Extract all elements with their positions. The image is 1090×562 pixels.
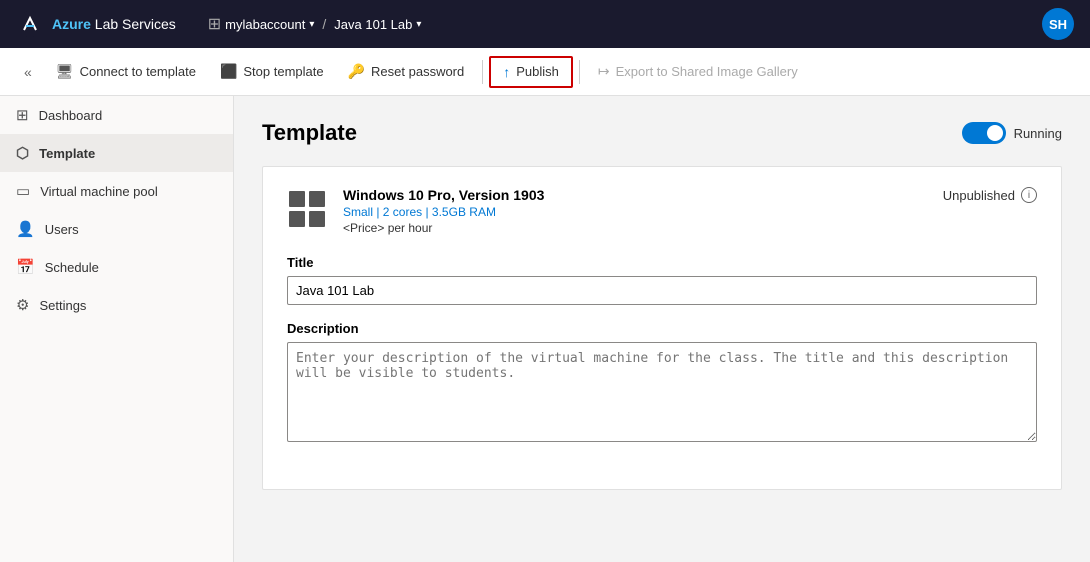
azure-logo-icon — [16, 10, 44, 38]
topbar-account-section: ⊞ mylabaccount ▾ / Java 101 Lab ▾ — [208, 14, 422, 34]
sidebar-item-label: Settings — [39, 298, 86, 313]
content-area: Template Running Windows 10 Pro, Version… — [234, 96, 1090, 562]
publish-button[interactable]: ↑ Publish — [489, 56, 573, 88]
toolbar-divider-2 — [579, 60, 580, 84]
stop-icon: ⬛ — [220, 63, 237, 80]
description-textarea[interactable] — [287, 342, 1037, 442]
windows-logo-icon — [287, 189, 327, 229]
connect-to-template-button[interactable]: 🖥 Connect to template — [44, 57, 208, 86]
export-icon: ↦ — [598, 63, 610, 80]
vm-details: Windows 10 Pro, Version 1903 Small | 2 c… — [343, 187, 927, 235]
export-to-sig-button[interactable]: ↦ Export to Shared Image Gallery — [586, 57, 810, 86]
topbar-logo-text: Azure Lab Services — [52, 16, 176, 32]
title-field-group: Title — [287, 255, 1037, 305]
sidebar-item-label: Schedule — [45, 260, 99, 275]
connect-icon: 🖥 — [56, 63, 74, 80]
sidebar-item-vm-pool[interactable]: ▭ Virtual machine pool — [0, 172, 233, 210]
sidebar-item-label: Virtual machine pool — [40, 184, 158, 199]
toggle-label: Running — [1014, 126, 1062, 141]
dashboard-icon: ⊞ — [16, 106, 29, 124]
sidebar-item-label: Users — [45, 222, 79, 237]
toolbar: « 🖥 Connect to template ⬛ Stop template … — [0, 48, 1090, 96]
topbar-path-separator: / — [322, 16, 326, 32]
description-field-group: Description — [287, 321, 1037, 445]
title-label: Title — [287, 255, 1037, 270]
avatar[interactable]: SH — [1042, 8, 1074, 40]
main-layout: ⊞ Dashboard ⬡ Template ▭ Virtual machine… — [0, 96, 1090, 562]
sidebar-item-schedule[interactable]: 📅 Schedule — [0, 248, 233, 286]
status-info-icon[interactable]: i — [1021, 187, 1037, 203]
sidebar: ⊞ Dashboard ⬡ Template ▭ Virtual machine… — [0, 96, 234, 562]
settings-icon: ⚙ — [16, 296, 29, 314]
topbar-logo: Azure Lab Services — [16, 10, 176, 38]
lab-chevron-icon: ▾ — [416, 19, 421, 30]
reset-password-button[interactable]: 🔑 Reset password — [336, 57, 477, 86]
vm-status: Unpublished i — [943, 187, 1037, 203]
sidebar-item-label: Template — [39, 146, 95, 161]
vm-info-row: Windows 10 Pro, Version 1903 Small | 2 c… — [287, 187, 1037, 235]
description-label: Description — [287, 321, 1037, 336]
page-title-row: Template Running — [262, 120, 1062, 146]
account-chevron-icon: ▾ — [309, 19, 314, 30]
schedule-icon: 📅 — [16, 258, 35, 276]
title-input[interactable] — [287, 276, 1037, 305]
template-icon: ⬡ — [16, 144, 29, 162]
vm-spec: Small | 2 cores | 3.5GB RAM — [343, 205, 927, 219]
toolbar-divider — [482, 60, 483, 84]
account-icon: ⊞ — [208, 14, 221, 34]
toggle-row: Running — [962, 122, 1062, 144]
sidebar-item-dashboard[interactable]: ⊞ Dashboard — [0, 96, 233, 134]
vm-pool-icon: ▭ — [16, 182, 30, 200]
sidebar-item-settings[interactable]: ⚙ Settings — [0, 286, 233, 324]
publish-icon: ↑ — [503, 64, 510, 80]
topbar-lab[interactable]: Java 101 Lab ▾ — [334, 17, 421, 32]
template-card: Windows 10 Pro, Version 1903 Small | 2 c… — [262, 166, 1062, 490]
sidebar-item-template[interactable]: ⬡ Template — [0, 134, 233, 172]
vm-status-text: Unpublished — [943, 188, 1015, 203]
vm-price: <Price> per hour — [343, 221, 927, 235]
stop-template-button[interactable]: ⬛ Stop template — [208, 57, 336, 86]
vm-name: Windows 10 Pro, Version 1903 — [343, 187, 927, 203]
collapse-icon: « — [24, 64, 32, 80]
topbar: Azure Lab Services ⊞ mylabaccount ▾ / Ja… — [0, 0, 1090, 48]
reset-icon: 🔑 — [348, 63, 365, 80]
sidebar-collapse-button[interactable]: « — [12, 64, 44, 80]
users-icon: 👤 — [16, 220, 35, 238]
running-toggle[interactable] — [962, 122, 1006, 144]
sidebar-item-label: Dashboard — [39, 108, 103, 123]
page-title: Template — [262, 120, 357, 146]
sidebar-item-users[interactable]: 👤 Users — [0, 210, 233, 248]
topbar-account[interactable]: mylabaccount ▾ — [225, 17, 314, 32]
